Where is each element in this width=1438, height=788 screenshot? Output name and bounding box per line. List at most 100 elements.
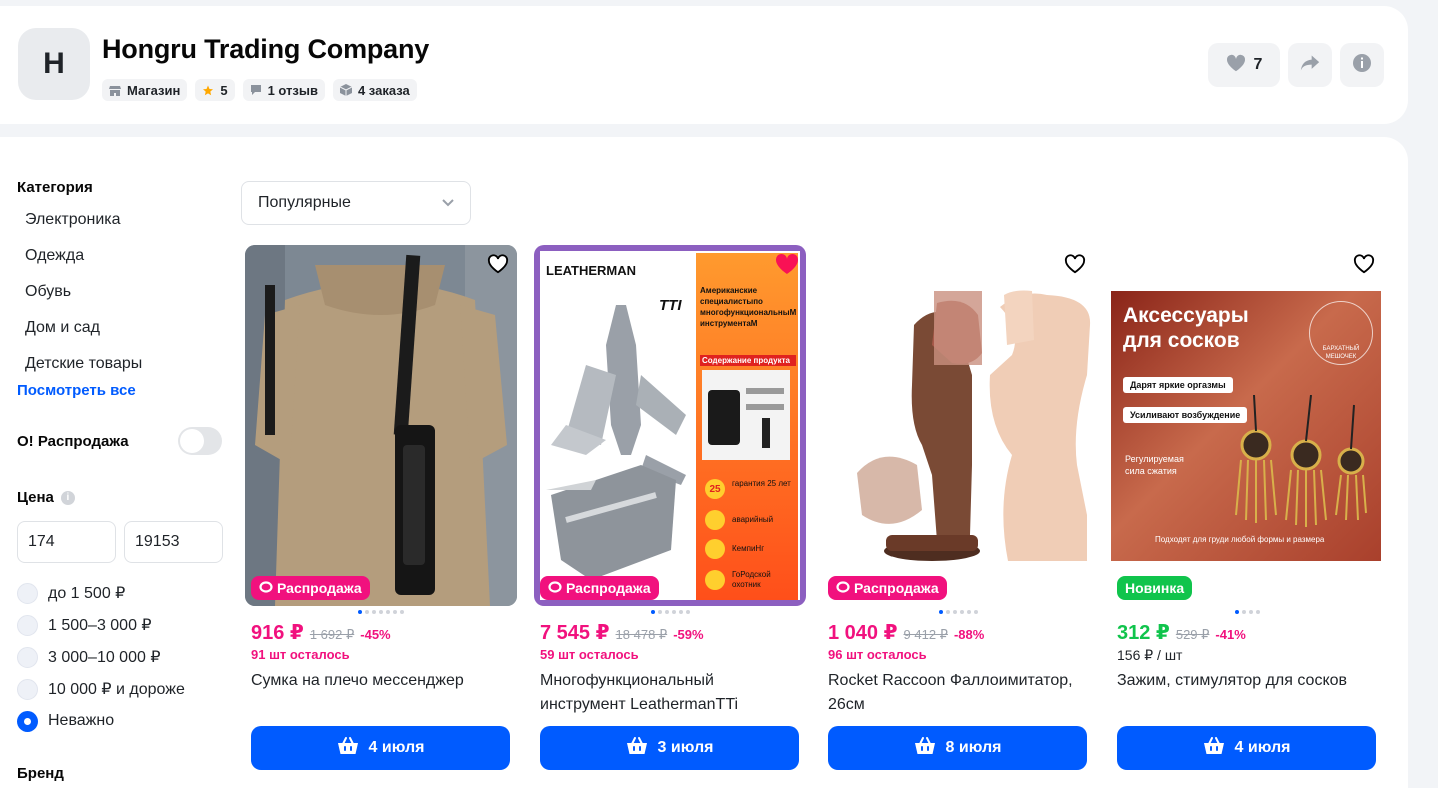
add-to-cart-button[interactable]: 8 июля: [828, 726, 1087, 770]
carousel-dot[interactable]: [400, 610, 404, 614]
price-option-label: 3 000–10 000 ₽: [48, 649, 161, 666]
carousel-dot[interactable]: [664, 610, 669, 614]
sale-tag: Распродажа: [540, 576, 659, 600]
sale-toggle[interactable]: [178, 427, 222, 455]
radio-button[interactable]: [17, 614, 38, 636]
filters-sidebar: Категория Электроника Одежда Обувь Дом и…: [17, 179, 227, 782]
share-button[interactable]: [1288, 43, 1332, 87]
carousel-dot[interactable]: [386, 610, 390, 614]
rating-badge[interactable]: 5: [195, 79, 235, 101]
radio-button[interactable]: [17, 678, 38, 700]
carousel-dot[interactable]: [393, 610, 397, 614]
info-icon: [1352, 53, 1372, 78]
new-tag: Новинка: [1117, 576, 1193, 600]
stock-left: 96 шт осталось: [828, 647, 927, 662]
delivery-date: 8 июля: [945, 739, 1002, 756]
carousel-dot[interactable]: [372, 610, 376, 614]
carousel-dot[interactable]: [973, 610, 978, 614]
image-carousel-dots[interactable]: [1111, 610, 1383, 614]
category-item-home-garden[interactable]: Дом и сад: [17, 318, 227, 354]
add-to-cart-button[interactable]: 3 июля: [540, 726, 799, 770]
carousel-dot[interactable]: [671, 610, 676, 614]
carousel-dot[interactable]: [678, 610, 683, 614]
tag-label: Распродажа: [566, 580, 651, 596]
sort-selected-value: Популярные: [258, 194, 351, 211]
add-to-cart-button[interactable]: 4 июля: [251, 726, 510, 770]
store-label: Магазин: [127, 82, 181, 98]
image-carousel-dots[interactable]: [534, 610, 806, 614]
reviews-badge[interactable]: 1 отзыв: [242, 79, 325, 101]
see-all-categories-link[interactable]: Посмотреть все: [17, 382, 227, 399]
price-option-over-10000[interactable]: 10 000 ₽ и дороже: [17, 673, 227, 705]
product-image[interactable]: Аксессуары для сосков БАРХАТНЫЙ МЕШОЧЕК …: [1111, 245, 1383, 606]
sort-dropdown[interactable]: Популярные: [241, 181, 471, 225]
price-option-1500-3000[interactable]: 1 500–3 000 ₽: [17, 609, 227, 641]
favorite-shop-button[interactable]: 7: [1208, 43, 1280, 87]
carousel-dot[interactable]: [365, 610, 369, 614]
radio-button[interactable]: [17, 582, 38, 604]
add-to-favorites-button[interactable]: [1351, 251, 1377, 277]
carousel-dot[interactable]: [1241, 610, 1246, 614]
carousel-dot[interactable]: [945, 610, 950, 614]
radio-button[interactable]: [17, 646, 38, 668]
sale-ring-icon: [259, 580, 273, 596]
sale-tag: Распродажа: [251, 576, 370, 600]
carousel-dot[interactable]: [959, 610, 964, 614]
category-item-shoes[interactable]: Обувь: [17, 282, 227, 318]
orders-badge[interactable]: 4 заказа: [332, 79, 417, 101]
product-title[interactable]: Многофункциональный инструмент Leatherma…: [540, 669, 802, 717]
discount-percent: -59%: [673, 627, 704, 642]
product-title[interactable]: Сумка на плечо мессенджер: [251, 669, 513, 693]
carousel-dot[interactable]: [1248, 610, 1253, 614]
old-price: 1 692 ₽: [309, 627, 355, 642]
category-item-electronics[interactable]: Электроника: [17, 210, 227, 246]
feature-3: КемпиНг: [732, 544, 765, 553]
radio-button-selected[interactable]: [17, 710, 38, 732]
add-to-cart-button[interactable]: 4 июля: [1117, 726, 1376, 770]
brand-title: Бренд: [17, 765, 64, 782]
carousel-dot[interactable]: [358, 610, 362, 614]
carousel-dot[interactable]: [1255, 610, 1260, 614]
carousel-dot[interactable]: [379, 610, 383, 614]
store-badge[interactable]: Магазин: [102, 79, 188, 101]
image-carousel-dots[interactable]: [822, 610, 1094, 614]
promo-heading: Аксессуары для сосков: [1123, 304, 1249, 352]
price-option-any[interactable]: Неважно: [17, 705, 227, 737]
promo-footer: Подходят для груди любой формы и размера: [1155, 535, 1325, 544]
carousel-dot[interactable]: [650, 610, 655, 614]
carousel-dot[interactable]: [657, 610, 662, 614]
product-image[interactable]: LEATHERMAN TTI Американские специалистып…: [534, 245, 806, 606]
product-image[interactable]: [822, 245, 1094, 606]
carousel-dot[interactable]: [938, 610, 943, 614]
price-min-input[interactable]: [17, 521, 116, 563]
add-to-favorites-button[interactable]: [1062, 251, 1088, 277]
stock-left: 91 шт осталось: [251, 647, 350, 662]
brand-logo-text: LEATHERMAN: [546, 263, 637, 278]
unit-price: 156 ₽ / шт: [1117, 647, 1183, 663]
shop-name: Hongru Trading Company: [102, 34, 430, 64]
product-title[interactable]: Rocket Raccoon Фаллоимитатор, 26см: [828, 669, 1090, 717]
basket-icon: [1203, 736, 1225, 760]
add-to-favorites-button[interactable]: [774, 251, 800, 277]
price-max-input[interactable]: [124, 521, 223, 563]
carousel-dot[interactable]: [685, 610, 690, 614]
price-info-icon[interactable]: i: [60, 490, 75, 505]
info-button[interactable]: [1340, 43, 1384, 87]
content-text: Содержание продукта: [700, 355, 796, 366]
price-line: 312 ₽ 529 ₽ -41%: [1117, 620, 1246, 645]
add-to-favorites-button[interactable]: [485, 251, 511, 277]
image-carousel-dots[interactable]: [245, 610, 517, 614]
shop-header: H Hongru Trading Company Магазин 5 1 отз…: [0, 6, 1408, 124]
carousel-dot[interactable]: [966, 610, 971, 614]
share-icon: [1300, 54, 1320, 77]
price-option-3000-10000[interactable]: 3 000–10 000 ₽: [17, 641, 227, 673]
carousel-dot[interactable]: [952, 610, 957, 614]
chevron-down-icon: [442, 194, 454, 212]
tag-label: Распродажа: [277, 580, 362, 596]
basket-icon: [626, 736, 648, 760]
product-title[interactable]: Зажим, стимулятор для сосков: [1117, 669, 1379, 693]
carousel-dot[interactable]: [1234, 610, 1239, 614]
category-item-clothing[interactable]: Одежда: [17, 246, 227, 282]
product-image[interactable]: [245, 245, 517, 606]
price-option-under-1500[interactable]: до 1 500 ₽: [17, 577, 227, 609]
